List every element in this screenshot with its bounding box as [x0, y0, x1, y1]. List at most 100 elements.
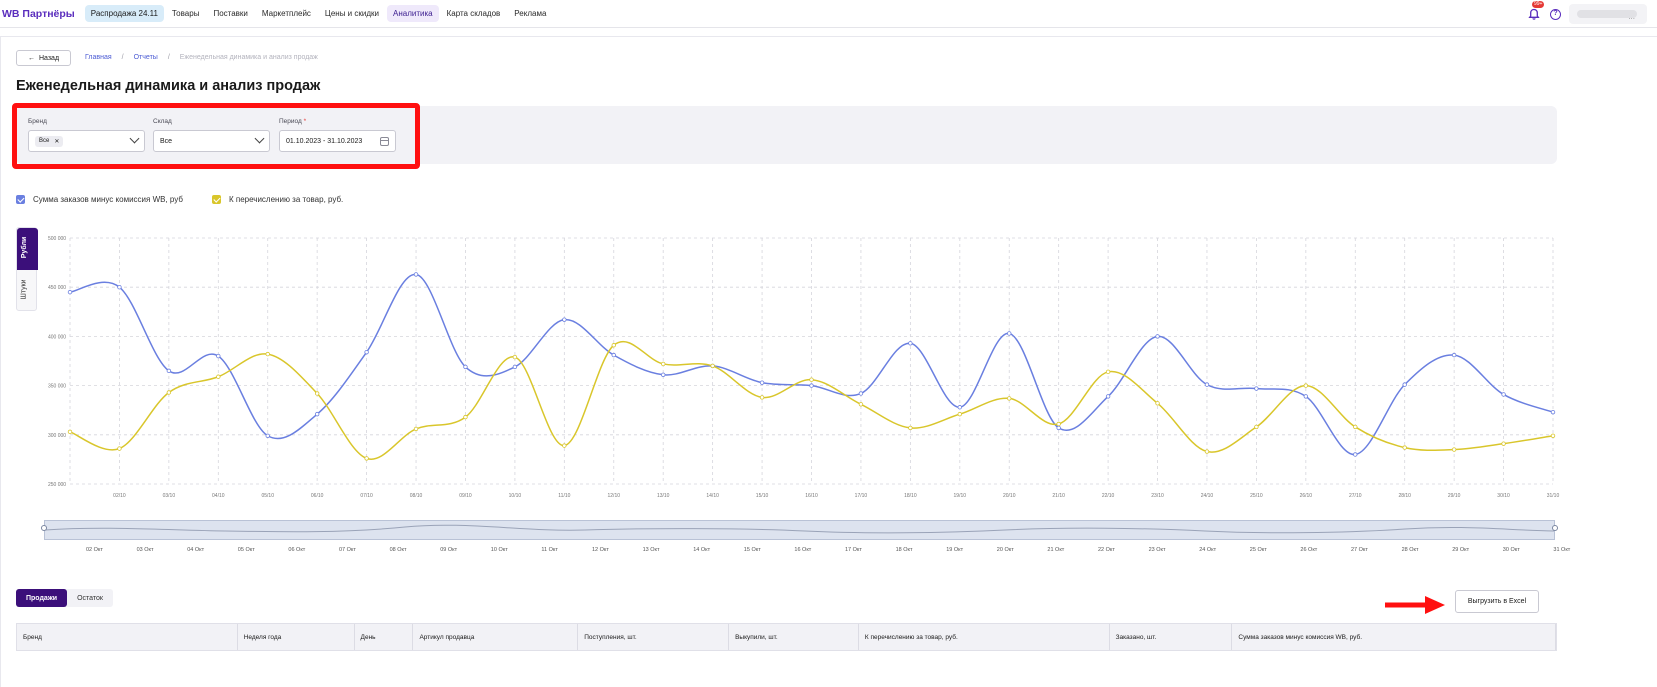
breadcrumb: Главная / Отчеты / Еженедельная динамика… — [85, 54, 318, 61]
nav-item[interactable]: Реклама — [508, 5, 552, 22]
table-header: Бренд Неделя года День Артикул продавца Пост… — [16, 623, 1557, 651]
zoom-tick-label: 17 Окт — [845, 547, 862, 553]
zoom-tick-label: 10 Окт — [490, 547, 508, 553]
nav-item[interactable]: Товары — [166, 5, 206, 22]
zoom-handle-left[interactable] — [41, 525, 47, 531]
table-header-cell[interactable]: К перечислению за товар, руб. — [859, 624, 1110, 650]
breadcrumb-separator: / — [167, 54, 170, 61]
arrow-left-icon: ← — [27, 54, 35, 62]
nav-right: 99+ ? ... — [1528, 0, 1657, 28]
calendar-icon[interactable] — [380, 137, 389, 146]
bell-icon[interactable]: 99+ — [1528, 1, 1545, 21]
period-label: Период * — [279, 118, 306, 125]
breadcrumb-current: Еженедельная динамика и анализ продаж — [179, 54, 318, 61]
zoom-tick-label: 28 Окт — [1401, 547, 1419, 553]
breadcrumb-reports[interactable]: Отчеты — [134, 54, 158, 61]
export-excel-button[interactable]: Выгрузить в Excel — [1455, 590, 1539, 613]
required-mark: * — [303, 118, 307, 125]
app-logo[interactable]: WB Партнёры — [2, 8, 75, 20]
brand-label: Бренд — [28, 118, 47, 125]
table-header-cell[interactable]: Выкупили, шт. — [729, 624, 859, 650]
table-header-cell[interactable]: Артикул продавца — [413, 624, 579, 650]
zoom-tick-label: 20 Окт — [996, 547, 1014, 553]
top-nav: WB Партнёры Распродажа 24.11 Товары Постав… — [0, 0, 1657, 28]
zoom-tick-label: 06 Окт — [288, 547, 306, 553]
nav-item[interactable]: Маркетплейс — [256, 5, 317, 22]
warehouse-value: Все — [160, 137, 173, 145]
units-toggle: Рубли Штуки — [16, 227, 38, 311]
zoom-tick-label: 12 Окт — [592, 547, 609, 553]
period-value: 01.10.2023 - 31.10.2023 — [286, 137, 363, 145]
zoom-tick-label: 25 Окт — [1249, 547, 1267, 553]
legend-item-series1[interactable]: Сумма заказов минус комиссия WB, руб — [16, 195, 183, 204]
period-input[interactable]: 01.10.2023 - 31.10.2023 — [279, 130, 396, 152]
nav-item[interactable]: Аналитика — [386, 5, 439, 22]
zoom-tick-label: 05 Окт — [237, 547, 255, 553]
legend-label-series2: К перечислению за товар, руб. — [229, 195, 344, 204]
nav-item[interactable]: Карта складов — [441, 5, 507, 22]
table-header-cell[interactable]: Неделя года — [238, 624, 355, 650]
warehouse-select[interactable]: Все — [153, 130, 270, 152]
toggle-pieces-label[interactable]: Штуки — [21, 279, 28, 299]
zoom-tick-label: 29 Окт — [1452, 547, 1470, 553]
nav-item[interactable]: Поставки — [207, 5, 253, 22]
zoom-handle-right[interactable] — [1552, 525, 1558, 531]
table-header-cell[interactable]: День — [355, 624, 414, 650]
zoom-tick-label: 21 Окт — [1047, 547, 1065, 553]
close-icon[interactable]: ✕ — [54, 138, 59, 145]
zoom-tick-label: 22 Окт — [1098, 547, 1115, 553]
nav-item[interactable]: Цены и скидки — [319, 5, 385, 22]
zoom-tick-label: 23 Окт — [1148, 547, 1166, 553]
breadcrumb-separator: / — [121, 54, 124, 61]
tab-sales[interactable]: Продажи — [16, 589, 68, 607]
zoom-tick-label: 18 Окт — [895, 547, 913, 553]
zoom-tick-label: 27 Окт — [1351, 547, 1368, 553]
brand-select[interactable]: Все ✕ — [28, 130, 145, 152]
zoom-tick-label: 19 Окт — [946, 547, 964, 553]
zoom-tick-label: 26 Окт — [1300, 547, 1318, 553]
checkbox-icon[interactable] — [212, 195, 221, 204]
zoom-preview — [45, 524, 1554, 534]
zoom-slider[interactable] — [44, 520, 1555, 540]
tabs: Продажи Остаток — [16, 589, 113, 607]
page-title: Еженедельная динамика и анализ продаж — [16, 78, 321, 94]
zoom-tick-label: 11 Окт — [541, 547, 558, 553]
zoom-tick-label: 02 Окт — [86, 547, 103, 553]
breadcrumb-home[interactable]: Главная — [85, 54, 112, 61]
back-button[interactable]: ← Назад — [16, 50, 71, 66]
zoom-tick-label: 16 Окт — [794, 547, 812, 553]
arrow-right-icon — [1385, 596, 1445, 614]
nav-item[interactable]: Распродажа 24.11 — [84, 5, 164, 22]
zoom-tick-label: 30 Окт — [1502, 547, 1520, 553]
zoom-tick-label: 07 Окт — [339, 547, 356, 553]
zoom-tick-label: 24 Окт — [1199, 547, 1217, 553]
toggle-rubles-label: Рубли — [21, 236, 29, 259]
chevron-down-icon — [254, 133, 265, 144]
table-header-cell[interactable]: Сумма заказов минус комиссия WB, руб. — [1232, 624, 1556, 650]
zoom-tick-label: 31 Окт — [1553, 547, 1571, 553]
legend-item-series2[interactable]: К перечислению за товар, руб. — [212, 195, 343, 204]
checkbox-icon[interactable] — [16, 195, 25, 204]
zoom-tick-label: 03 Окт — [136, 547, 154, 553]
notification-badge: 99+ — [1532, 1, 1545, 8]
back-label: Назад — [38, 54, 60, 62]
help-icon[interactable]: ? — [1550, 8, 1561, 20]
legend-label-series1: Сумма заказов минус комиссия WB, руб — [33, 195, 183, 204]
zoom-tick-label: 14 Окт — [693, 547, 711, 553]
table-header-cell[interactable]: Заказано, шт. — [1110, 624, 1233, 650]
table-header-cell[interactable]: Поступления, шт. — [578, 624, 730, 650]
zoom-tick-label: 09 Окт — [440, 547, 458, 553]
zoom-tick-label: 15 Окт — [743, 547, 761, 553]
tab-stock[interactable]: Остаток — [67, 589, 113, 607]
brand-chip-label: Все — [39, 138, 50, 144]
chevron-down-icon — [129, 133, 140, 144]
table-header-cell[interactable]: Бренд — [17, 624, 238, 650]
zoom-tick-label: 04 Окт — [187, 547, 205, 553]
user-menu-dots: ... — [1628, 12, 1635, 21]
zoom-tick-label: 13 Окт — [642, 547, 660, 553]
period-label-text: Период — [279, 118, 302, 125]
zoom-tick-label: 08 Окт — [389, 547, 407, 553]
user-menu[interactable]: ... — [1569, 4, 1647, 24]
warehouse-label: Склад — [153, 118, 172, 125]
main-menu: Распродажа 24.11 Товары Поставки Маркетплей… — [84, 5, 555, 22]
